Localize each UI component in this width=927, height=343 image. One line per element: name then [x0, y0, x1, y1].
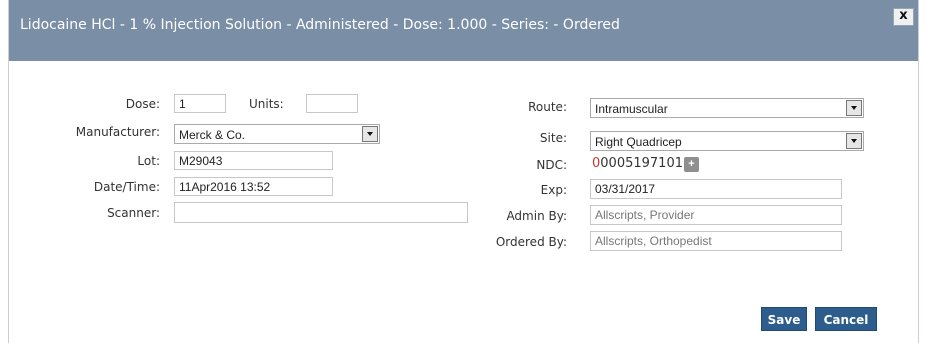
exp-label: Exp: [540, 183, 567, 197]
ndc-value: 00005197101 [592, 156, 683, 171]
manufacturer-select[interactable]: Merck & Co. [174, 124, 380, 144]
chevron-down-icon[interactable] [846, 100, 862, 116]
datetime-input[interactable]: 11Apr2016 13:52 [174, 177, 333, 196]
exp-input[interactable]: 03/31/2017 [590, 179, 842, 199]
site-label: Site: [539, 131, 567, 145]
cancel-button[interactable]: Cancel [815, 307, 877, 331]
datetime-label: Date/Time: [93, 180, 160, 194]
units-label: Units: [249, 97, 284, 111]
dose-input[interactable]: 1 [174, 94, 226, 113]
admin-by-label: Admin By: [506, 209, 567, 223]
ndc-label: NDC: [536, 158, 567, 172]
lot-input[interactable]: M29043 [174, 151, 333, 170]
ordered-by-field: Allscripts, Orthopedist [590, 231, 842, 251]
route-select[interactable]: Intramuscular [590, 98, 864, 118]
dialog-title: Lidocaine HCl - 1 % Injection Solution -… [20, 17, 620, 33]
immunization-dialog: Lidocaine HCl - 1 % Injection Solution -… [8, 0, 919, 343]
units-input[interactable] [306, 94, 358, 113]
add-ndc-button[interactable]: + [684, 157, 699, 172]
site-value: Right Quadricep [595, 135, 682, 149]
close-icon[interactable]: x [893, 8, 914, 26]
manufacturer-value: Merck & Co. [179, 128, 246, 142]
ndc-number: 0005197101 [600, 156, 683, 171]
lot-label: Lot: [137, 154, 160, 168]
site-select[interactable]: Right Quadricep [590, 131, 864, 151]
manufacturer-label: Manufacturer: [75, 125, 160, 139]
dose-label: Dose: [125, 97, 160, 111]
scanner-input[interactable] [174, 202, 468, 223]
save-button[interactable]: Save [761, 307, 807, 331]
admin-by-field: Allscripts, Provider [590, 205, 842, 225]
chevron-down-icon[interactable] [846, 133, 862, 149]
scanner-label: Scanner: [107, 206, 160, 220]
route-value: Intramuscular [595, 102, 668, 116]
route-label: Route: [528, 100, 567, 114]
ordered-by-label: Ordered By: [495, 235, 567, 249]
dialog-titlebar: Lidocaine HCl - 1 % Injection Solution -… [9, 0, 918, 61]
chevron-down-icon[interactable] [362, 126, 378, 142]
